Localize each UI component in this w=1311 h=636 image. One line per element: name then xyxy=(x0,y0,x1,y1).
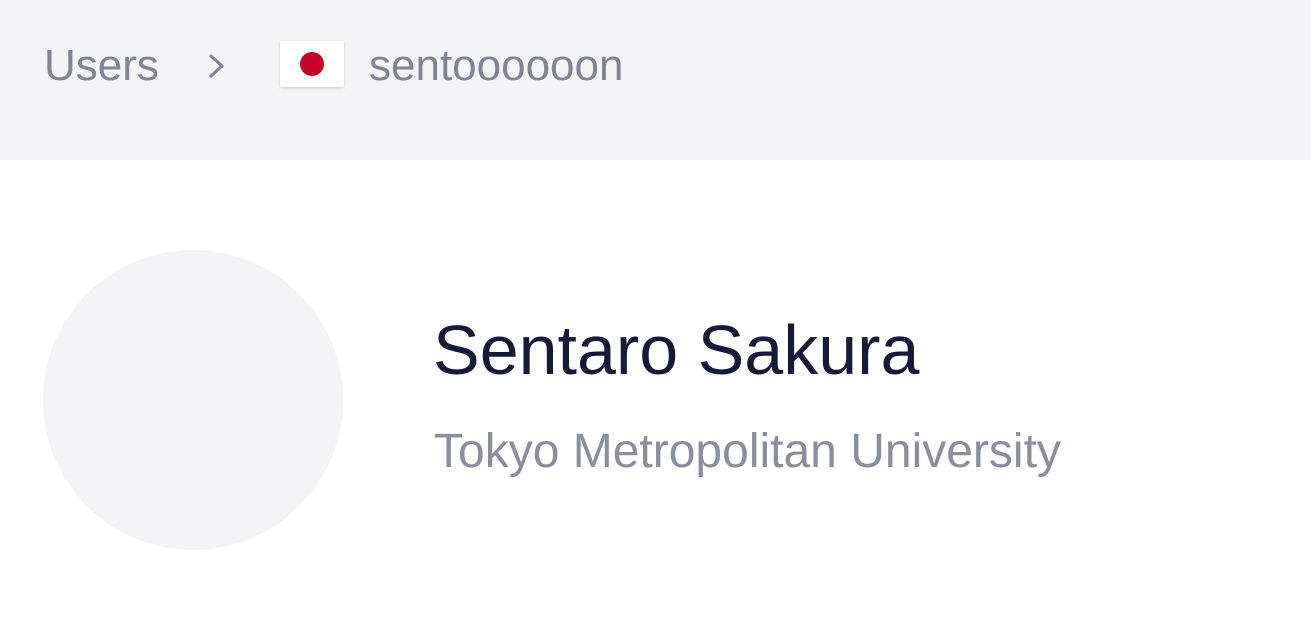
breadcrumb-username[interactable]: sentoooooon xyxy=(369,40,623,92)
avatar xyxy=(43,250,343,550)
chevron-right-icon xyxy=(209,54,224,78)
breadcrumb-users-link[interactable]: Users xyxy=(44,40,159,92)
breadcrumb: Users sentoooooon xyxy=(0,0,1311,160)
japan-flag-icon xyxy=(280,41,344,87)
profile-full-name: Sentaro Sakura xyxy=(433,311,920,389)
flag-red-disc xyxy=(300,52,324,76)
profile-affiliation: Tokyo Metropolitan University xyxy=(434,425,1061,478)
